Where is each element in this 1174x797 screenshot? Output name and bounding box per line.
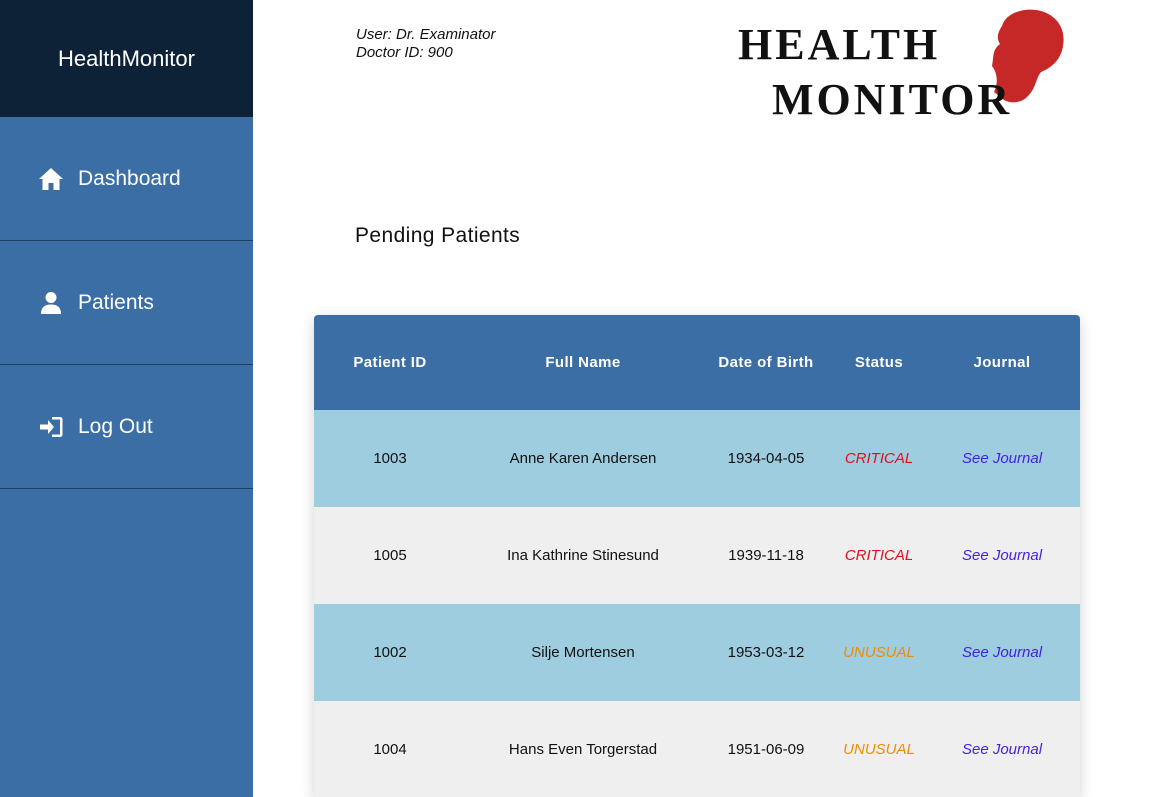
column-header-journal: Journal bbox=[973, 354, 1031, 371]
home-icon bbox=[38, 166, 64, 192]
patients-table: Patient ID Full Name Date of Birth Statu… bbox=[314, 315, 1080, 797]
patient-id-cell: 1005 bbox=[373, 547, 407, 564]
doctor-id: Doctor ID: 900 bbox=[356, 44, 453, 61]
brand-header: HealthMonitor bbox=[0, 0, 253, 117]
sidebar-item-dashboard[interactable]: Dashboard bbox=[0, 117, 253, 241]
table-row: 1003 Anne Karen Andersen 1934-04-05 CRIT… bbox=[314, 410, 1080, 507]
date-of-birth-cell: 1953-03-12 bbox=[727, 644, 805, 661]
sidebar-item-label: Log Out bbox=[78, 414, 153, 438]
page-title: Pending Patients bbox=[355, 224, 521, 247]
date-of-birth-cell: 1951-06-09 bbox=[727, 741, 805, 758]
table-header: Patient ID Full Name Date of Birth Statu… bbox=[314, 315, 1080, 410]
column-header-date-of-birth: Date of Birth bbox=[718, 354, 814, 371]
date-of-birth-cell: 1939-11-18 bbox=[728, 547, 804, 564]
sidebar: HealthMonitor Dashboard Patients Log Out bbox=[0, 0, 253, 797]
see-journal-link[interactable]: See Journal bbox=[926, 450, 1078, 467]
sidebar-item-label: Dashboard bbox=[78, 166, 181, 190]
logo-line-1: HEALTH bbox=[738, 20, 940, 69]
sidebar-item-label: Patients bbox=[78, 290, 154, 314]
health-monitor-logo: HEALTH MONITOR bbox=[736, 8, 1070, 124]
see-journal-link[interactable]: See Journal bbox=[926, 547, 1078, 564]
status-badge: UNUSUAL bbox=[843, 644, 915, 661]
patient-id-cell: 1004 bbox=[373, 741, 407, 758]
full-name-cell: Anne Karen Andersen bbox=[509, 450, 657, 467]
logo-line-2: MONITOR bbox=[772, 75, 1012, 120]
user-icon bbox=[38, 290, 64, 316]
status-badge: UNUSUAL bbox=[843, 741, 915, 758]
full-name-cell: Ina Kathrine Stinesund bbox=[507, 547, 659, 564]
sidebar-item-logout[interactable]: Log Out bbox=[0, 365, 253, 489]
column-header-full-name: Full Name bbox=[545, 354, 621, 371]
user-name: User: Dr. Examinator bbox=[356, 26, 496, 43]
see-journal-link[interactable]: See Journal bbox=[926, 741, 1078, 758]
full-name-cell: Hans Even Torgerstad bbox=[508, 741, 658, 758]
column-header-status: Status bbox=[854, 354, 904, 371]
date-of-birth-cell: 1934-04-05 bbox=[727, 450, 805, 467]
see-journal-link[interactable]: See Journal bbox=[926, 644, 1078, 661]
brand-name: HealthMonitor bbox=[58, 45, 195, 71]
patient-id-cell: 1002 bbox=[373, 644, 407, 661]
user-info: User: Dr. Examinator Doctor ID: 900 bbox=[356, 26, 495, 62]
table-row: 1005 Ina Kathrine Stinesund 1939-11-18 C… bbox=[314, 507, 1080, 604]
full-name-cell: Silje Mortensen bbox=[531, 644, 635, 661]
status-badge: CRITICAL bbox=[844, 547, 914, 564]
column-header-patient-id: Patient ID bbox=[353, 354, 427, 371]
patient-id-cell: 1003 bbox=[373, 450, 407, 467]
sign-in-icon bbox=[38, 414, 64, 440]
sidebar-item-patients[interactable]: Patients bbox=[0, 241, 253, 365]
table-row: 1002 Silje Mortensen 1953-03-12 UNUSUAL … bbox=[314, 604, 1080, 701]
status-badge: CRITICAL bbox=[844, 450, 914, 467]
table-row: 1004 Hans Even Torgerstad 1951-06-09 UNU… bbox=[314, 701, 1080, 797]
